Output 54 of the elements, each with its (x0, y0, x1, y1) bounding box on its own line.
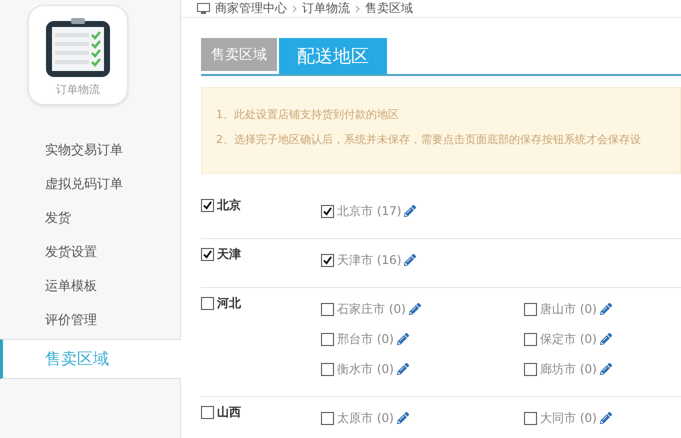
chevron-icon (292, 4, 297, 12)
notice-text: 2、选择完子地区确认后，系统并未保存，需要点击页面底部的保存按钮系统才会保存设 (216, 132, 642, 148)
province-label: 河北 (217, 294, 241, 312)
app-label: 订单物流 (56, 82, 100, 97)
checkbox[interactable] (524, 362, 537, 376)
sidebar-item[interactable]: 发货 (0, 201, 180, 235)
province-label: 山西 (217, 404, 241, 420)
city-label: 天津市 (16) (337, 252, 402, 268)
checkbox[interactable] (321, 332, 334, 346)
breadcrumb-item: 售卖区域 (365, 0, 413, 17)
edit-icon[interactable] (600, 303, 612, 315)
monitor-icon (197, 3, 210, 14)
clipboard-icon (45, 18, 111, 78)
edit-icon[interactable] (600, 333, 612, 345)
city-label: 太原市 (0) (337, 410, 394, 426)
city-label: 唐山市 (0) (540, 300, 597, 318)
edit-icon[interactable] (396, 333, 409, 345)
city-label: 廊坊市 (0) (540, 360, 597, 378)
checkbox[interactable] (321, 254, 334, 266)
edit-icon[interactable] (600, 363, 612, 375)
checkbox[interactable] (201, 198, 214, 212)
province-label: 北京 (217, 196, 241, 214)
city-label: 石家庄市 (0) (337, 300, 406, 318)
city-label: 大同市 (0) (540, 410, 597, 426)
city-label: 保定市 (0) (540, 330, 597, 348)
province-label: 天津 (217, 246, 241, 262)
city-label: 衡水市 (0) (337, 360, 394, 378)
checkbox[interactable] (524, 332, 537, 346)
edit-icon[interactable] (404, 205, 416, 217)
sidebar-item[interactable]: 发货设置 (0, 235, 180, 269)
edit-icon[interactable] (404, 254, 416, 266)
edit-icon[interactable] (408, 303, 421, 315)
checkbox[interactable] (321, 412, 334, 424)
sidebar-item[interactable]: 实物交易订单 (0, 133, 180, 167)
edit-icon[interactable] (600, 412, 612, 424)
checkbox[interactable] (321, 362, 334, 376)
sidebar-item[interactable]: 虚拟兑码订单 (0, 167, 180, 201)
checkbox[interactable] (201, 406, 214, 418)
sidebar-item[interactable]: 评价管理 (0, 303, 180, 337)
edit-icon[interactable] (396, 412, 409, 424)
checkbox[interactable] (321, 204, 334, 218)
breadcrumb-item[interactable]: 订单物流 (302, 0, 350, 17)
checkbox[interactable] (524, 302, 537, 316)
checkbox[interactable] (201, 296, 214, 310)
edit-icon[interactable] (396, 363, 409, 375)
city-label: 北京市 (17) (337, 202, 402, 220)
checkbox[interactable] (524, 412, 537, 424)
chevron-icon (355, 4, 360, 12)
sidebar-item[interactable]: 运单模板 (0, 269, 180, 303)
checkbox[interactable] (321, 302, 334, 316)
city-label: 邢台市 (0) (337, 330, 394, 348)
breadcrumb-item[interactable]: 商家管理中心 (215, 0, 287, 17)
checkbox[interactable] (201, 248, 214, 260)
notice-text: 1、此处设置店铺支持货到付款的地区 (216, 107, 400, 123)
